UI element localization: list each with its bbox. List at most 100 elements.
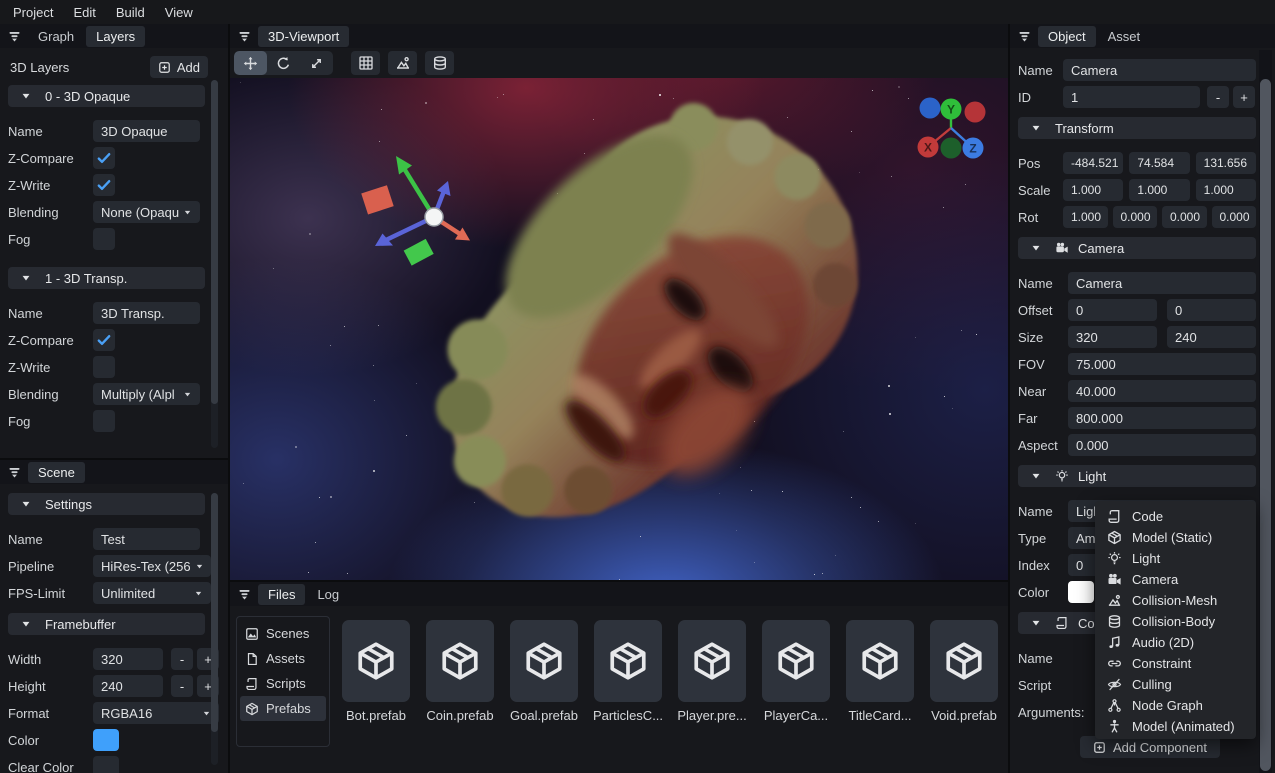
object-name-input[interactable]: Camera [1063, 59, 1256, 81]
format-dropdown[interactable]: RGBA16 [93, 702, 219, 724]
panel-filter-icon[interactable] [238, 30, 251, 43]
near-input[interactable]: 40.000 [1068, 380, 1256, 402]
panel-filter-icon[interactable] [8, 30, 21, 43]
layers-scrollbar[interactable] [211, 80, 218, 448]
add-layer-button[interactable]: Add [150, 56, 208, 78]
pipeline-dropdown[interactable]: HiRes-Tex (256 [93, 555, 211, 577]
aspect-input[interactable]: 0.000 [1068, 434, 1256, 456]
section-header-light[interactable]: Light [1018, 465, 1256, 487]
pos-y-input[interactable]: 74.584 [1129, 152, 1189, 174]
panel-filter-icon[interactable] [1018, 30, 1031, 43]
grid-toggle-button[interactable] [351, 51, 380, 75]
framebuffer-color-swatch[interactable] [93, 729, 119, 751]
menu-edit[interactable]: Edit [63, 2, 105, 23]
fog-checkbox[interactable] [93, 410, 115, 432]
scene-scrollbar[interactable] [211, 493, 218, 765]
rotate-tool-button[interactable] [267, 51, 300, 75]
width-decrement-button[interactable]: - [171, 648, 193, 670]
fog-checkbox[interactable] [93, 228, 115, 250]
axis-neg-x-ball[interactable] [965, 102, 986, 123]
z-compare-checkbox[interactable] [93, 147, 115, 169]
light-color-swatch[interactable] [1068, 581, 1094, 603]
pos-z-input[interactable]: 131.656 [1196, 152, 1256, 174]
pos-x-input[interactable]: -484.521 [1063, 152, 1123, 174]
menu-item-constraint[interactable]: Constraint [1095, 653, 1256, 674]
menu-item-camera[interactable]: Camera [1095, 569, 1256, 590]
tab-log[interactable]: Log [307, 584, 349, 605]
id-decrement-button[interactable]: - [1207, 86, 1229, 108]
terrain-view-button[interactable] [388, 51, 417, 75]
section-header-3d-transp[interactable]: 1 - 3D Transp. [8, 267, 205, 289]
size-y-input[interactable]: 240 [1167, 326, 1256, 348]
prefab-item[interactable]: Goal.prefab [502, 620, 586, 723]
prefab-item[interactable]: TitleCard... [838, 620, 922, 723]
layer-name-input[interactable]: 3D Opaque [93, 120, 200, 142]
move-gizmo[interactable] [361, 156, 470, 266]
object-id-input[interactable]: 1 [1063, 86, 1200, 108]
prefab-item[interactable]: Player.pre... [670, 620, 754, 723]
axis-neg-y-ball[interactable] [941, 138, 962, 159]
tab-files[interactable]: Files [258, 584, 305, 605]
axis-neg-z-ball[interactable] [920, 98, 941, 119]
clear-color-swatch[interactable] [93, 756, 119, 773]
tab-3d-viewport[interactable]: 3D-Viewport [258, 26, 349, 47]
offset-x-input[interactable]: 0 [1068, 299, 1157, 321]
prefab-item[interactable]: PlayerCa... [754, 620, 838, 723]
offset-y-input[interactable]: 0 [1167, 299, 1256, 321]
folder-scripts[interactable]: Scripts [240, 671, 326, 696]
z-write-checkbox[interactable] [93, 356, 115, 378]
rot-y-input[interactable]: 0.000 [1162, 206, 1207, 228]
prefab-item[interactable]: ParticlesC... [586, 620, 670, 723]
folder-prefabs[interactable]: Prefabs [240, 696, 326, 721]
prefab-item[interactable]: Coin.prefab [418, 620, 502, 723]
menu-item-code[interactable]: Code [1095, 506, 1256, 527]
viewport-canvas[interactable]: Y X Z [230, 78, 1008, 580]
height-input[interactable]: 240 [93, 675, 163, 697]
fps-limit-dropdown[interactable]: Unlimited [93, 582, 211, 604]
section-header-3d-opaque[interactable]: 0 - 3D Opaque [8, 85, 205, 107]
menu-build[interactable]: Build [106, 2, 155, 23]
blending-dropdown[interactable]: Multiply (Alpl [93, 383, 200, 405]
move-tool-button[interactable] [234, 51, 267, 75]
z-write-checkbox[interactable] [93, 174, 115, 196]
height-decrement-button[interactable]: - [171, 675, 193, 697]
axis-gizmo[interactable]: Y X Z [918, 98, 986, 159]
blending-dropdown[interactable]: None (Opaqu [93, 201, 200, 223]
rot-x-input[interactable]: 0.000 [1113, 206, 1158, 228]
object-scrollbar[interactable] [1259, 50, 1272, 773]
menu-item-model-static[interactable]: Model (Static) [1095, 527, 1256, 548]
add-component-button[interactable]: Add Component [1080, 736, 1220, 758]
z-compare-checkbox[interactable] [93, 329, 115, 351]
menu-item-model-animated[interactable]: Model (Animated) [1095, 716, 1256, 737]
rot-z-input[interactable]: 0.000 [1212, 206, 1257, 228]
menu-project[interactable]: Project [3, 2, 63, 23]
tab-graph[interactable]: Graph [28, 26, 84, 47]
section-header-framebuffer[interactable]: Framebuffer [8, 613, 205, 635]
id-increment-button[interactable]: + [1233, 86, 1255, 108]
geometry-view-button[interactable] [425, 51, 454, 75]
section-header-transform[interactable]: Transform [1018, 117, 1256, 139]
menu-item-culling[interactable]: Culling [1095, 674, 1256, 695]
scale-x-input[interactable]: 1.000 [1063, 179, 1123, 201]
tab-scene[interactable]: Scene [28, 462, 85, 483]
rot-w-input[interactable]: 1.000 [1063, 206, 1108, 228]
scale-tool-button[interactable] [300, 51, 333, 75]
width-input[interactable]: 320 [93, 648, 163, 670]
section-header-camera[interactable]: Camera [1018, 237, 1256, 259]
fov-input[interactable]: 75.000 [1068, 353, 1256, 375]
tab-object[interactable]: Object [1038, 26, 1096, 47]
menu-item-collision-mesh[interactable]: Collision-Mesh [1095, 590, 1256, 611]
prefab-item[interactable]: Void.prefab [922, 620, 1006, 723]
layer-name-input[interactable]: 3D Transp. [93, 302, 200, 324]
menu-item-collision-body[interactable]: Collision-Body [1095, 611, 1256, 632]
scale-z-input[interactable]: 1.000 [1196, 179, 1256, 201]
size-x-input[interactable]: 320 [1068, 326, 1157, 348]
tab-asset[interactable]: Asset [1098, 26, 1151, 47]
far-input[interactable]: 800.000 [1068, 407, 1256, 429]
tab-layers[interactable]: Layers [86, 26, 145, 47]
scene-name-input[interactable]: Test [93, 528, 200, 550]
menu-item-audio-2d[interactable]: Audio (2D) [1095, 632, 1256, 653]
menu-item-light[interactable]: Light [1095, 548, 1256, 569]
menu-item-node-graph[interactable]: Node Graph [1095, 695, 1256, 716]
folder-scenes[interactable]: Scenes [240, 621, 326, 646]
